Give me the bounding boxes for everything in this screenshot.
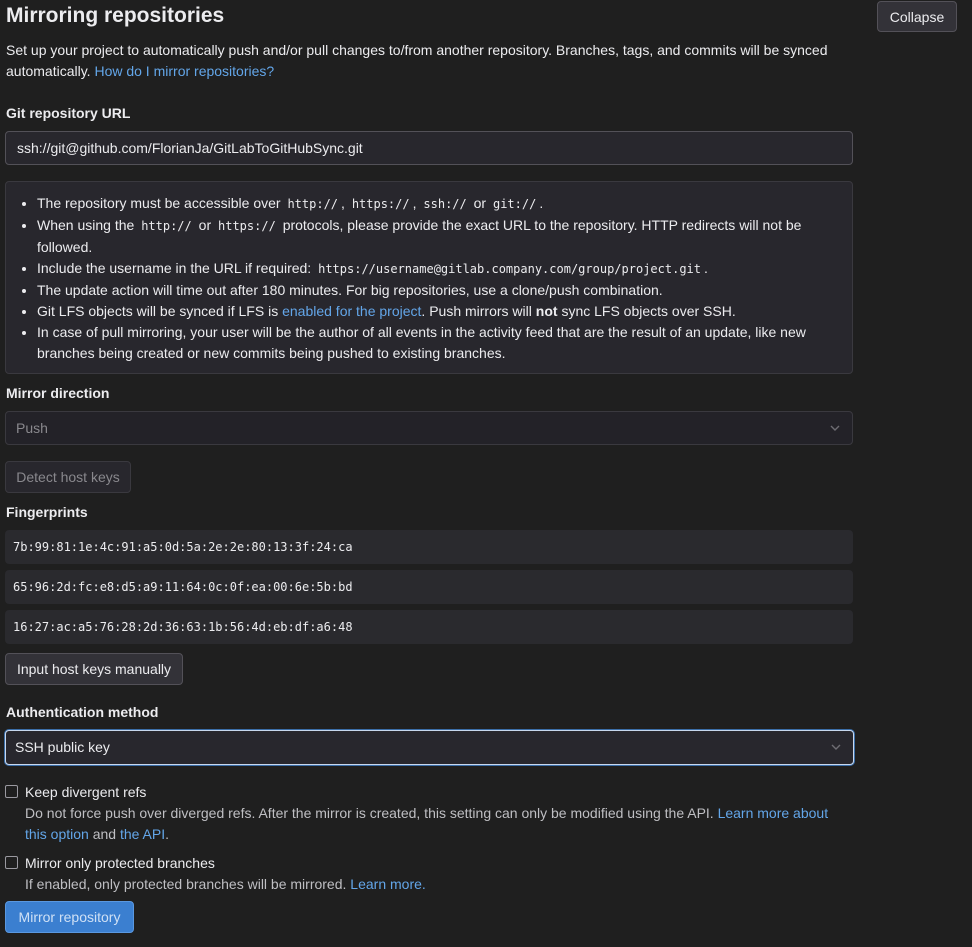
mirror-help-link[interactable]: How do I mirror repositories?	[94, 63, 274, 79]
chevron-down-icon	[831, 744, 841, 750]
help-item: The update action will time out after 18…	[37, 280, 838, 301]
page-title: Mirroring repositories	[6, 4, 225, 27]
input-host-keys-button[interactable]: Input host keys manually	[5, 653, 183, 685]
protected-only-label[interactable]: Mirror only protected branches	[25, 853, 215, 873]
help-item: In case of pull mirroring, your user wil…	[37, 322, 838, 364]
git-url-input[interactable]: ssh://git@github.com/FlorianJa/GitLabToG…	[5, 131, 853, 165]
fingerprint-row: 7b:99:81:1e:4c:91:a5:0d:5a:2e:2e:80:13:3…	[5, 530, 853, 564]
git-url-label: Git repository URL	[6, 105, 131, 121]
help-item: Include the username in the URL if requi…	[37, 258, 838, 280]
protected-learn-more-link[interactable]: Learn more.	[350, 876, 425, 892]
mirror-direction-label: Mirror direction	[6, 385, 110, 401]
help-item: The repository must be accessible over h…	[37, 193, 838, 215]
protected-only-checkbox[interactable]	[5, 856, 18, 869]
lfs-enabled-link[interactable]: enabled for the project	[282, 303, 421, 319]
api-link[interactable]: the API	[120, 826, 165, 842]
keep-divergent-help: Do not force push over diverged refs. Af…	[25, 805, 829, 842]
keep-divergent-checkbox[interactable]	[5, 785, 18, 798]
auth-method-select[interactable]: SSH public key	[5, 730, 854, 765]
fingerprint-row: 16:27:ac:a5:76:28:2d:36:63:1b:56:4d:eb:d…	[5, 610, 853, 644]
collapse-button[interactable]: Collapse	[877, 1, 957, 32]
auth-method-label: Authentication method	[6, 704, 159, 720]
keep-divergent-label[interactable]: Keep divergent refs	[25, 782, 146, 802]
protected-only-help: If enabled, only protected branches will…	[25, 876, 426, 892]
intro-description: Set up your project to automatically pus…	[6, 40, 856, 82]
fingerprint-row: 65:96:2d:fc:e8:d5:a9:11:64:0c:0f:ea:00:6…	[5, 570, 853, 604]
help-item: When using the http:// or https:// proto…	[37, 215, 838, 258]
help-box: The repository must be accessible over h…	[5, 181, 853, 374]
help-item: Git LFS objects will be synced if LFS is…	[37, 301, 838, 322]
mirror-direction-select: Push	[5, 411, 853, 445]
chevron-down-icon	[830, 425, 840, 431]
mirror-repository-button[interactable]: Mirror repository	[5, 901, 134, 933]
detect-host-keys-button: Detect host keys	[5, 461, 131, 493]
fingerprints-label: Fingerprints	[6, 504, 88, 520]
